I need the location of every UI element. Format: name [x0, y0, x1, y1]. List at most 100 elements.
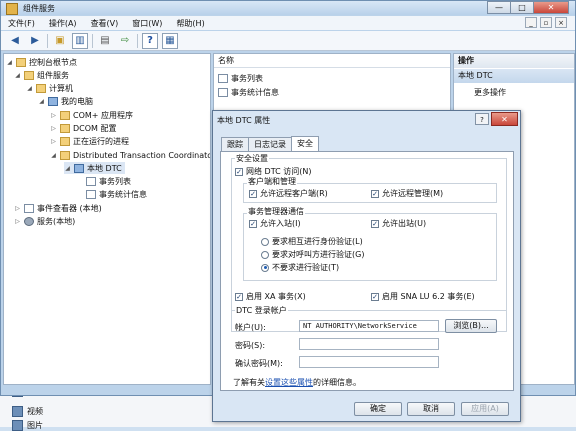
folder-icon [60, 123, 70, 133]
minimize-button[interactable]: — [487, 1, 511, 14]
no-auth-radio[interactable]: 不要求进行验证(T) [261, 262, 339, 273]
collapse-arrow-icon[interactable]: ◢ [64, 165, 71, 172]
folder-icon [36, 83, 46, 93]
checkbox-checked-icon: ✓ [371, 189, 379, 198]
info-text: 了解有关设置这些属性的详细信息。 [233, 378, 361, 387]
security-settings-label: 安全设置 [235, 153, 269, 164]
tab-logging[interactable]: 日志记录 [248, 137, 292, 151]
security-tab-panel: 安全设置 ✓ 网络 DTC 访问(N) 客户端和管理 ✓ 允许远程客户端(R) ✓ 允… [220, 151, 514, 391]
tree-node-computers[interactable]: ◢ 计算机 [26, 82, 73, 94]
password-label: 密码(S): [235, 341, 266, 350]
bg-item-videos[interactable]: 视频 [12, 405, 43, 417]
actions-selected-item[interactable]: 本地 DTC [454, 69, 574, 83]
expand-arrow-icon[interactable]: ▷ [50, 125, 57, 132]
tree-node-com-apps[interactable]: ▷ COM+ 应用程序 [50, 109, 133, 121]
tab-security[interactable]: 安全 [291, 136, 319, 151]
account-input[interactable]: NT AUTHORITY\NetworkService [299, 320, 439, 332]
back-icon[interactable]: ◀ [7, 33, 23, 49]
bg-item-pictures[interactable]: 图片 [12, 419, 43, 431]
browse-button[interactable]: 浏览(B)... [445, 319, 497, 333]
more-actions-link[interactable]: 更多操作 [474, 87, 506, 98]
checkbox-checked-icon: ✓ [371, 292, 379, 301]
collapse-arrow-icon[interactable]: ◢ [26, 85, 33, 92]
expand-arrow-icon[interactable]: ▷ [14, 205, 21, 212]
dialog-close-button[interactable]: ✕ [491, 112, 518, 126]
folder-icon [16, 57, 26, 67]
help-icon[interactable]: ? [142, 32, 158, 49]
tree-node-event-viewer[interactable]: ▷ 事件查看器 (本地) [14, 202, 102, 214]
folder-icon [24, 70, 34, 80]
tree-node-transaction-list[interactable]: 事务列表 [86, 175, 131, 187]
dialog-help-button[interactable]: ? [475, 113, 489, 125]
export-icon[interactable]: ⇨ [117, 33, 133, 49]
expand-arrow-icon[interactable]: ▷ [14, 218, 21, 225]
confirm-password-input[interactable] [299, 356, 439, 368]
menu-action[interactable]: 操作(A) [42, 18, 84, 29]
tree-node-transaction-stats[interactable]: 事务统计信息 [86, 188, 147, 200]
chart-icon [86, 189, 96, 199]
tree-node-component-services[interactable]: ◢ 组件服务 [14, 69, 69, 81]
list-icon [218, 73, 228, 83]
expand-arrow-icon[interactable]: ▷ [50, 138, 57, 145]
mdi-restore-button[interactable]: ▫ [540, 17, 552, 28]
toolbar-separator [137, 33, 138, 48]
menu-file[interactable]: 文件(F) [1, 18, 42, 29]
allow-outbound-checkbox[interactable]: ✓ 允许出站(U) [371, 218, 426, 229]
confirm-password-label: 确认密码(M): [235, 359, 283, 368]
services-icon [24, 216, 34, 226]
list-item[interactable]: 事务统计信息 [218, 86, 279, 98]
radio-off-icon [261, 237, 269, 246]
folder-icon [60, 110, 70, 120]
checkbox-checked-icon: ✓ [235, 167, 243, 176]
tree-node-dcom[interactable]: ▷ DCOM 配置 [50, 122, 117, 134]
mdi-close-button[interactable]: × [555, 17, 567, 28]
collapse-arrow-icon[interactable]: ◢ [6, 59, 13, 66]
properties-icon[interactable]: ▦ [162, 32, 178, 49]
up-folder-icon[interactable]: ▣ [52, 33, 68, 49]
list-item[interactable]: 事务列表 [218, 72, 263, 84]
tree-node-local-dtc[interactable]: ◢ 本地 DTC [64, 162, 125, 174]
forward-icon[interactable]: ▶ [27, 33, 43, 49]
tm-communication-label: 事务管理器通信 [247, 206, 305, 217]
incoming-auth-radio[interactable]: 要求对呼叫方进行验证(G) [261, 249, 364, 260]
enable-xa-checkbox[interactable]: ✓ 启用 XA 事务(X) [235, 291, 306, 302]
allow-remote-clients-checkbox[interactable]: ✓ 允许远程客户端(R) [249, 188, 328, 199]
title-bar: 组件服务 — □ ✕ [1, 1, 575, 15]
password-input[interactable] [299, 338, 439, 350]
menu-view[interactable]: 查看(V) [84, 18, 126, 29]
list-icon[interactable]: ▤ [97, 33, 113, 49]
event-viewer-icon [24, 203, 34, 213]
settings-help-link[interactable]: 设置这些属性 [265, 378, 313, 387]
expand-arrow-icon[interactable]: ▷ [50, 112, 57, 119]
tree-node-dtc[interactable]: ◢ Distributed Transaction Coordinator [50, 149, 210, 161]
cancel-button[interactable]: 取消 [407, 402, 455, 416]
show-hide-tree-icon[interactable]: ▥ [72, 32, 88, 49]
tree-node-services[interactable]: ▷ 服务(本地) [14, 215, 75, 227]
computer-icon [48, 96, 58, 106]
collapse-arrow-icon[interactable]: ◢ [50, 152, 57, 159]
tab-strip: 跟踪 日志记录 安全 [221, 136, 319, 152]
mutual-auth-radio[interactable]: 要求相互进行身份验证(L) [261, 236, 363, 247]
allow-remote-admin-checkbox[interactable]: ✓ 允许远程管理(M) [371, 188, 443, 199]
tree-node-my-computer[interactable]: ◢ 我的电脑 [38, 95, 93, 107]
folder-icon [60, 136, 70, 146]
collapse-arrow-icon[interactable]: ◢ [38, 98, 45, 105]
checkbox-checked-icon: ✓ [249, 219, 257, 228]
enable-sna-checkbox[interactable]: ✓ 启用 SNA LU 6.2 事务(E) [371, 291, 475, 302]
tab-tracing[interactable]: 跟踪 [221, 137, 249, 151]
logon-account-label: DTC 登录帐户 [235, 305, 288, 316]
close-button[interactable]: ✕ [533, 1, 569, 14]
column-header-name[interactable]: 名称 [214, 54, 450, 68]
tree-node-running-processes[interactable]: ▷ 正在运行的进程 [50, 135, 129, 147]
tree-node-console-root[interactable]: ◢ 控制台根节点 [6, 56, 77, 68]
checkbox-checked-icon: ✓ [235, 292, 243, 301]
allow-inbound-checkbox[interactable]: ✓ 允许入站(I) [249, 218, 301, 229]
collapse-arrow-icon[interactable]: ◢ [14, 72, 21, 79]
menu-help[interactable]: 帮助(H) [169, 18, 211, 29]
ok-button[interactable]: 确定 [354, 402, 402, 416]
apply-button[interactable]: 应用(A) [461, 402, 509, 416]
mdi-minimize-button[interactable]: _ [525, 17, 537, 28]
app-icon [6, 3, 18, 15]
maximize-button[interactable]: □ [510, 1, 534, 14]
menu-window[interactable]: 窗口(W) [125, 18, 169, 29]
